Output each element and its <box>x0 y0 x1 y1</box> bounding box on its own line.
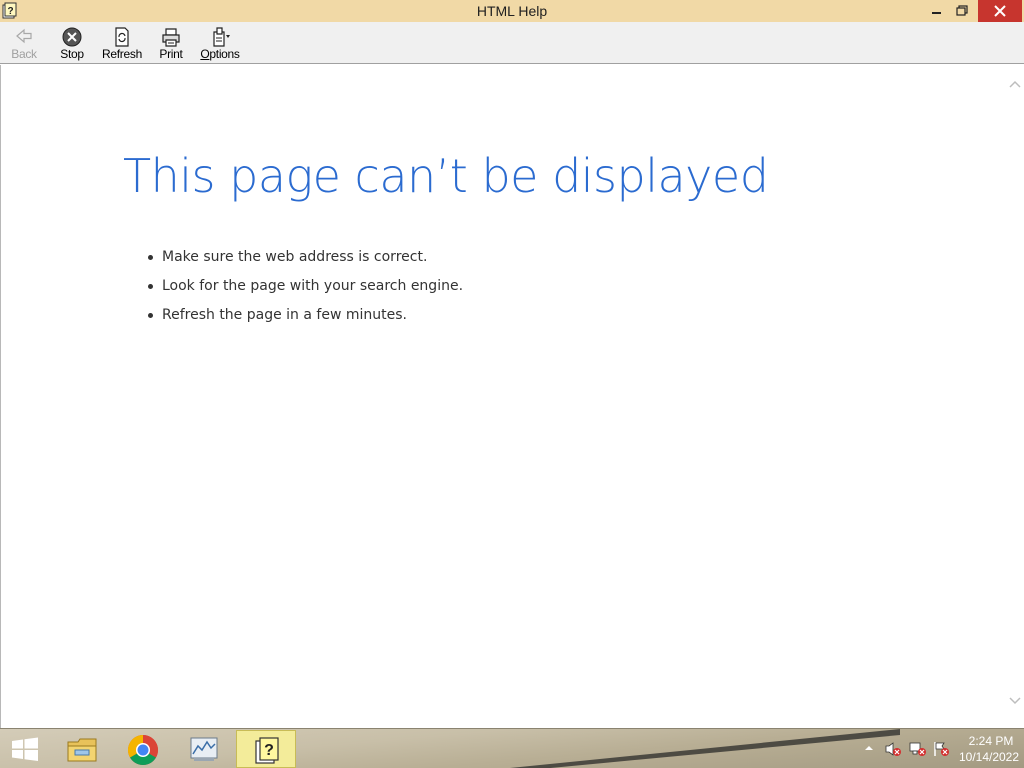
list-item: Refresh the page in a few minutes. <box>147 304 463 333</box>
options-label-rest: ptions <box>209 47 240 61</box>
performance-monitor-icon <box>190 737 218 761</box>
restore-button[interactable] <box>950 0 976 22</box>
network-disconnected-icon[interactable] <box>908 741 926 757</box>
toolbar: Back Stop Refresh Print Options <box>0 22 1024 64</box>
minimize-button[interactable] <box>922 0 950 22</box>
print-button[interactable]: Print <box>152 25 190 61</box>
taskbar-chrome[interactable] <box>113 730 173 768</box>
show-hidden-icons-arrow[interactable] <box>864 744 874 752</box>
start-button[interactable] <box>0 729 52 768</box>
file-explorer-icon <box>67 738 97 762</box>
suggestions-list: Make sure the web address is correct. Lo… <box>147 246 463 333</box>
window-title: HTML Help <box>476 3 548 19</box>
options-label: Options <box>196 47 244 61</box>
refresh-label: Refresh <box>102 47 142 61</box>
back-label: Back <box>11 47 37 61</box>
options-button[interactable]: Options <box>196 25 244 61</box>
page-title: This page can’t be displayed <box>123 149 769 203</box>
taskbar-file-explorer[interactable] <box>52 730 112 768</box>
refresh-button[interactable]: Refresh <box>98 25 146 61</box>
clock-date[interactable]: 10/14/2022 <box>956 750 1022 764</box>
list-item: Make sure the web address is correct. <box>147 246 463 275</box>
close-button[interactable] <box>978 0 1022 22</box>
print-label: Print <box>159 47 183 61</box>
title-bar[interactable]: ? HTML Help <box>0 0 1024 22</box>
taskbar: ? 2:24 PM 10/14/2022 <box>0 728 1024 768</box>
help-book-icon[interactable]: ? <box>1 2 19 20</box>
chrome-icon <box>127 735 159 766</box>
printer-icon <box>162 28 180 47</box>
stop-icon <box>62 27 82 47</box>
clock-time[interactable]: 2:24 PM <box>962 734 1020 748</box>
speaker-muted-icon[interactable] <box>884 741 902 757</box>
scroll-down-icon[interactable] <box>1009 696 1021 706</box>
stop-button[interactable]: Stop <box>54 25 90 61</box>
scroll-up-icon[interactable] <box>1009 79 1021 89</box>
svg-text:?: ? <box>7 6 13 17</box>
taskbar-wallpaper-decor <box>510 729 900 768</box>
taskbar-html-help[interactable]: ? <box>236 730 296 768</box>
options-icon <box>213 27 230 47</box>
action-center-flag-icon[interactable] <box>932 741 950 757</box>
svg-text:?: ? <box>264 742 274 759</box>
help-icon: ? <box>255 737 279 764</box>
back-arrow-icon <box>16 28 32 44</box>
list-item: Look for the page with your search engin… <box>147 275 463 304</box>
stop-label: Stop <box>60 47 84 61</box>
refresh-icon <box>115 27 129 47</box>
content-pane: This page can’t be displayed Make sure t… <box>0 65 1024 728</box>
back-button[interactable]: Back <box>6 25 42 61</box>
taskbar-performance-monitor[interactable] <box>174 730 234 768</box>
vertical-scrollbar[interactable] <box>1006 65 1024 728</box>
windows-logo-icon <box>12 737 38 761</box>
system-tray: 2:24 PM 10/14/2022 <box>844 729 1024 768</box>
